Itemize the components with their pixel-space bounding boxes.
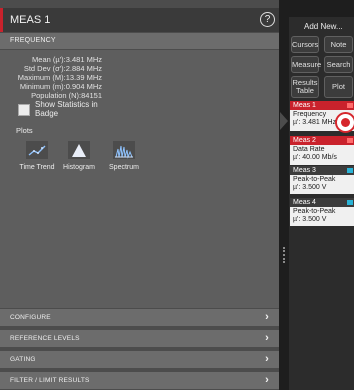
spectrum-icon — [113, 141, 135, 159]
frequency-section-header[interactable]: FREQUENCY — [0, 33, 279, 49]
badge-measurement: Peak-to-Peak — [293, 176, 336, 183]
histogram-label: Histogram — [63, 164, 95, 171]
chevron-right-icon: › — [265, 374, 269, 386]
badge-measurement: Peak-to-Peak — [293, 208, 336, 215]
panel-header: MEAS 1 ? — [0, 8, 279, 32]
show-statistics-label: Show Statistics in Badge — [35, 100, 98, 118]
histogram-icon — [68, 141, 90, 159]
gating-label: GATING — [10, 356, 36, 363]
stat-population: Population (N):84151 — [31, 91, 102, 100]
resize-handle[interactable] — [283, 247, 285, 263]
time-trend-button[interactable]: Time Trend — [17, 141, 57, 171]
meas-2-badge[interactable]: Meas 2 Data Rate µ': 40.00 Mb/s — [290, 136, 354, 165]
plot-button[interactable]: Plot — [324, 76, 353, 98]
stat-std-dev: Std Dev (σ'):2.884 MHz — [23, 64, 102, 73]
badge-value: µ': 3.500 V — [293, 184, 327, 191]
gating-section[interactable]: GATING › — [0, 351, 279, 368]
show-statistics-checkbox[interactable] — [18, 104, 30, 116]
time-trend-icon — [26, 141, 48, 159]
badge-measurement: Data Rate — [293, 146, 325, 153]
reference-levels-label: REFERENCE LEVELS — [10, 335, 80, 342]
add-new-heading: Add New... — [304, 22, 343, 31]
panel-pointer — [280, 112, 288, 130]
chevron-right-icon: › — [265, 311, 269, 323]
stat-mean: Mean (µ'):3.481 MHz — [32, 55, 102, 64]
filter-limit-results-section[interactable]: FILTER / LIMIT RESULTS › — [0, 372, 279, 389]
note-button[interactable]: Note — [324, 36, 353, 53]
help-icon[interactable]: ? — [260, 12, 275, 27]
meas-3-badge[interactable]: Meas 3 Peak-to-Peak µ': 3.500 V — [290, 166, 354, 194]
badge-title: Meas 4 — [290, 198, 354, 207]
filter-limit-results-label: FILTER / LIMIT RESULTS — [10, 377, 90, 384]
histogram-button[interactable]: Histogram — [60, 141, 98, 171]
badge-color-tab — [347, 138, 353, 143]
reference-levels-section[interactable]: REFERENCE LEVELS › — [0, 330, 279, 347]
configure-label: CONFIGURE — [10, 314, 51, 321]
measure-button[interactable]: Measure — [291, 56, 321, 73]
configure-section[interactable]: CONFIGURE › — [0, 309, 279, 326]
badge-color-tab — [347, 168, 353, 173]
record-icon[interactable] — [335, 112, 354, 133]
chevron-right-icon: › — [265, 353, 269, 365]
badge-value: µ': 40.00 Mb/s — [293, 154, 337, 161]
chevron-right-icon: › — [265, 332, 269, 344]
panel-title: MEAS 1 — [10, 14, 51, 26]
badge-title: Meas 2 — [290, 136, 354, 145]
spectrum-button[interactable]: Spectrum — [107, 141, 141, 171]
meas-4-badge[interactable]: Meas 4 Peak-to-Peak µ': 3.500 V — [290, 198, 354, 226]
spectrum-label: Spectrum — [109, 164, 139, 171]
badge-value: µ': 3.500 V — [293, 216, 327, 223]
statistics-list: Mean (µ'):3.481 MHz Std Dev (σ'):2.884 M… — [4, 55, 102, 100]
cursors-button[interactable]: Cursors — [291, 36, 319, 53]
stat-maximum: Maximum (M):13.39 MHz — [17, 73, 102, 82]
badge-color-tab — [347, 200, 353, 205]
stat-minimum: Minimum (m):0.904 MHz — [19, 82, 102, 91]
badge-title: Meas 3 — [290, 166, 354, 175]
search-button[interactable]: Search — [324, 56, 353, 73]
results-table-button[interactable]: Results Table — [291, 76, 319, 98]
badge-title: Meas 1 — [290, 101, 354, 110]
plots-heading: Plots — [16, 126, 33, 135]
time-trend-label: Time Trend — [19, 164, 55, 171]
badge-color-tab — [347, 103, 353, 108]
